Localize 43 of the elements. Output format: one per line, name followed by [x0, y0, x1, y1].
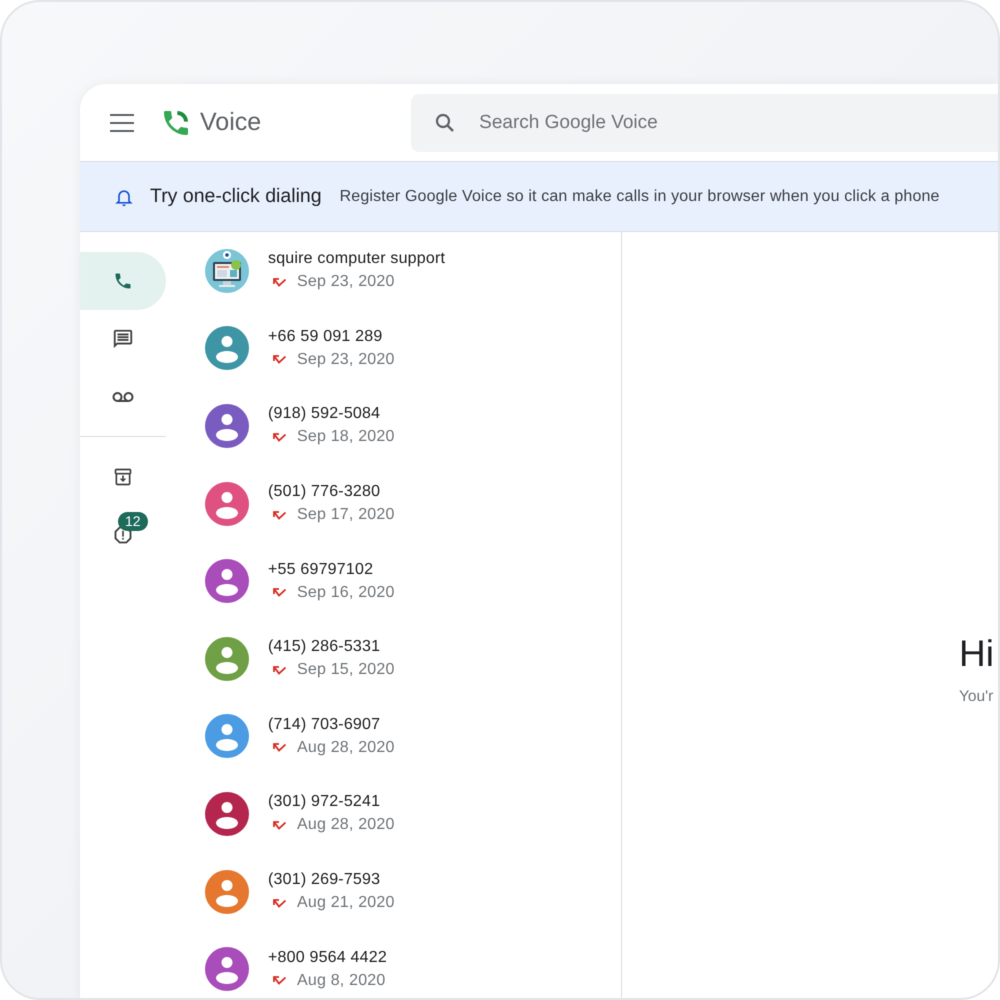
call-row[interactable]: (714) 703-6907 Aug 28, 2020 — [166, 698, 621, 776]
call-date: Aug 28, 2020 — [297, 738, 395, 757]
greeting-subtitle: You'r — [959, 688, 994, 706]
nav-item[interactable]: 12 — [80, 506, 166, 564]
caller-name: squire computer support — [268, 250, 446, 268]
archive-icon — [113, 467, 133, 487]
caller-name: (301) 269-7593 — [268, 871, 382, 890]
message-icon — [112, 328, 134, 350]
phone-icon — [113, 271, 133, 291]
caller-name: (501) 776-3280 — [268, 483, 382, 502]
search-field[interactable]: Search Google Voice — [411, 94, 998, 152]
call-row[interactable]: (301) 269-7593 Aug 21, 2020 — [166, 852, 621, 930]
call-row[interactable]: squire computer support Sep 23, 2020 — [166, 232, 621, 310]
call-date: Aug 21, 2020 — [297, 894, 395, 912]
voicemail-icon — [112, 391, 134, 403]
count-badge: 12 — [118, 512, 148, 531]
call-date: Aug 28, 2020 — [297, 816, 395, 834]
call-row[interactable]: +66 59 091 289 Sep 23, 2020 — [166, 310, 621, 388]
caller-name: +66 59 091 289 — [268, 328, 384, 346]
banner-message: Register Google Voice so it can make calls in your browser when you click a phone — [340, 188, 940, 206]
call-row[interactable]: +800 9564 4422 Aug 8, 2020 — [166, 930, 621, 998]
caller-name: (918) 592-5084 — [268, 405, 382, 424]
greeting-heading: Hi — [959, 632, 995, 676]
call-date: Sep 16, 2020 — [297, 584, 395, 602]
app-name: Voice — [200, 108, 262, 137]
call-date: Sep 18, 2020 — [297, 428, 395, 446]
caller-name: (415) 286-5331 — [268, 638, 382, 656]
caller-name: (714) 703-6907 — [268, 716, 382, 734]
call-row[interactable]: (918) 592-5084 Sep 18, 2020 — [166, 387, 621, 465]
call-date: Sep 23, 2020 — [297, 273, 395, 292]
call-date: Sep 23, 2020 — [297, 350, 395, 369]
banner-title: Try one-click dialing — [150, 185, 322, 208]
caller-name: +800 9564 4422 — [268, 948, 387, 967]
call-row[interactable]: (301) 972-5241 Aug 28, 2020 — [166, 775, 621, 853]
caller-name: +55 69797102 — [268, 560, 374, 579]
call-row[interactable]: (415) 286-5331 Sep 15, 2020 — [166, 620, 621, 698]
caller-name: (301) 972-5241 — [268, 793, 382, 812]
call-date: Sep 15, 2020 — [297, 661, 395, 680]
call-row[interactable]: +55 69797102 Sep 16, 2020 — [166, 542, 621, 620]
menu-button[interactable] — [110, 114, 134, 132]
call-date: Aug 8, 2020 — [297, 972, 386, 990]
call-date: Sep 17, 2020 — [297, 506, 395, 524]
call-row[interactable]: (501) 776-3280 Sep 17, 2020 — [166, 464, 621, 542]
